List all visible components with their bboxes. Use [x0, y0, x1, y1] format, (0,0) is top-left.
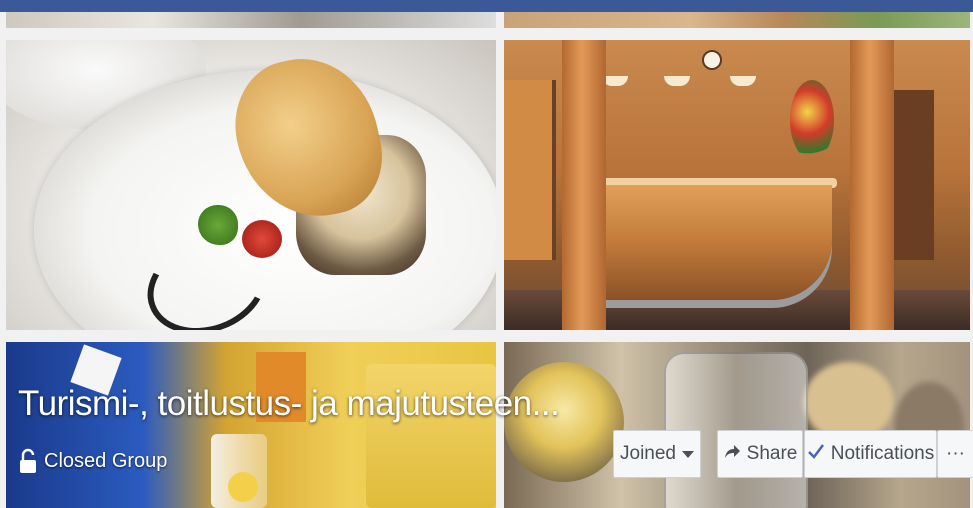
lemon-slice — [228, 472, 258, 502]
red-sauce — [242, 220, 282, 258]
pillar — [562, 40, 606, 330]
cover-strip-right — [504, 12, 970, 28]
share-label: Share — [746, 443, 798, 464]
caret-down-icon — [682, 450, 694, 458]
reception-counter — [602, 185, 832, 300]
green-sauce — [198, 205, 238, 245]
lobby-door — [894, 90, 934, 260]
notifications-button[interactable]: Notifications — [804, 430, 937, 478]
group-privacy-label: Closed Group — [44, 449, 168, 472]
cover-photo-dessert[interactable] — [6, 40, 496, 330]
joined-button[interactable]: Joined — [613, 430, 701, 478]
cover-photo-lobby[interactable] — [504, 40, 970, 330]
ceiling-lamp — [664, 76, 690, 86]
cover-photo-glassware[interactable] — [504, 342, 970, 508]
lobby-window — [504, 80, 556, 260]
pillar — [850, 40, 894, 330]
joined-label: Joined — [620, 443, 676, 464]
share-arrow-icon — [723, 442, 741, 466]
top-bar — [0, 0, 973, 12]
cover-strip-left — [6, 12, 496, 28]
flower-bouquet — [790, 80, 834, 160]
notifications-label: Notifications — [830, 443, 935, 464]
more-options-button[interactable]: ··· — [937, 430, 973, 478]
lock-open-icon — [18, 448, 38, 474]
checkmark-icon — [807, 442, 825, 466]
share-button[interactable]: Share — [717, 430, 803, 478]
more-options-icon: ··· — [946, 443, 965, 464]
wall-clock — [702, 50, 722, 70]
group-privacy: Closed Group — [18, 448, 167, 474]
group-title[interactable]: Turismi-, toitlustus- ja majutusteen... — [18, 384, 560, 424]
cover-photo-table[interactable] — [6, 342, 496, 508]
ceiling-lamp — [730, 76, 756, 86]
